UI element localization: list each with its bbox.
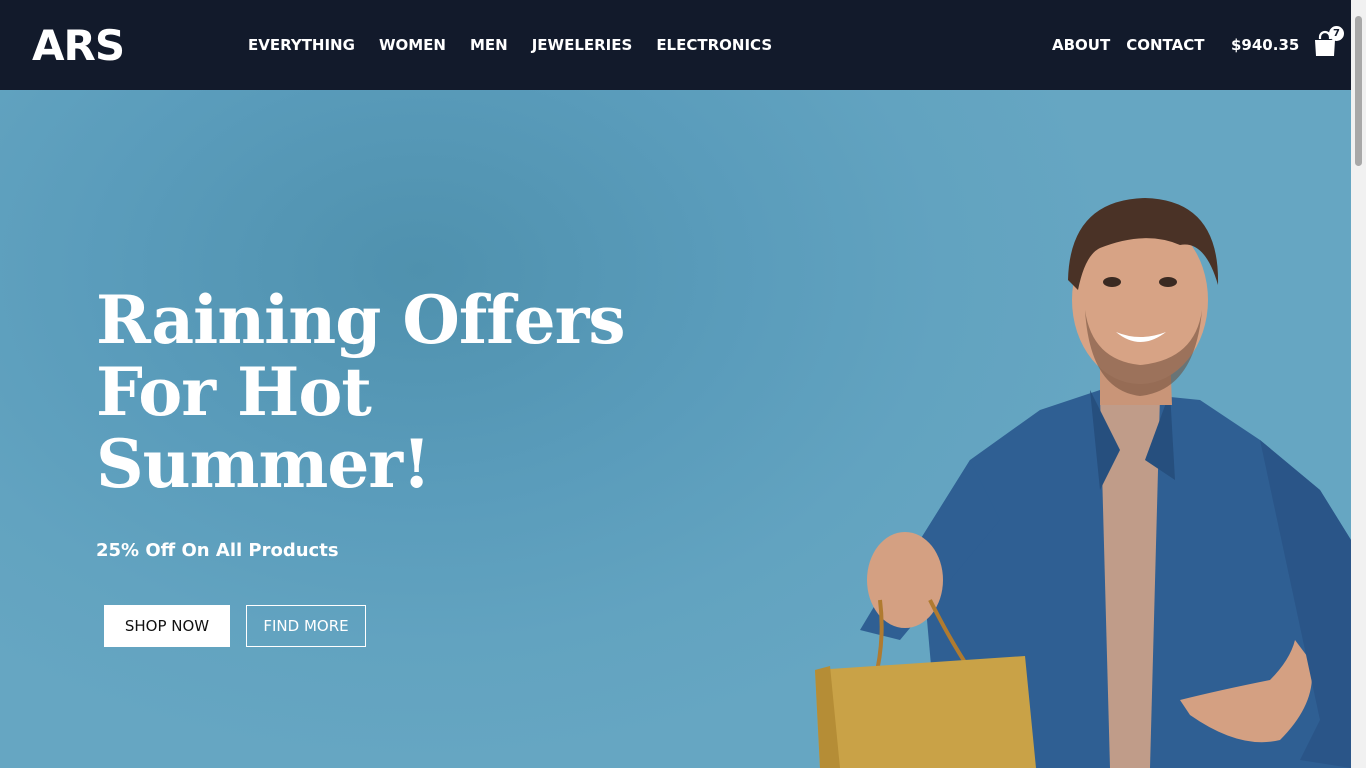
main-nav: EVERYTHING WOMEN MEN JEWELERIES ELECTRON…	[248, 0, 772, 90]
nav-link-everything[interactable]: EVERYTHING	[248, 36, 355, 54]
shop-now-button[interactable]: SHOP NOW	[104, 605, 230, 647]
hero-title-line: Raining Offers	[96, 281, 626, 359]
secondary-nav: ABOUT CONTACT	[1052, 0, 1204, 90]
nav-link-electronics[interactable]: ELECTRONICS	[656, 36, 772, 54]
cart-count-badge: 7	[1329, 26, 1344, 41]
cart-total: $940.35	[1231, 36, 1300, 54]
page-scrollbar[interactable]	[1351, 0, 1366, 768]
cart-button[interactable]: 7	[1312, 26, 1344, 60]
hero-model-image	[815, 198, 1351, 768]
hero-banner: Raining Offers For Hot Summer! 25% Off O…	[0, 90, 1351, 768]
hero-subtitle: 25% Off On All Products	[96, 540, 339, 561]
scrollbar-thumb[interactable]	[1355, 16, 1362, 166]
site-logo[interactable]: ARS	[32, 18, 125, 74]
nav-link-men[interactable]: MEN	[470, 36, 508, 54]
nav-link-jeweleries[interactable]: JEWELERIES	[532, 36, 633, 54]
hero-title-line: Summer!	[96, 425, 431, 503]
site-header: ARS EVERYTHING WOMEN MEN JEWELERIES ELEC…	[0, 0, 1351, 90]
hero-title: Raining Offers For Hot Summer!	[96, 284, 696, 500]
nav-link-contact[interactable]: CONTACT	[1126, 36, 1204, 54]
nav-link-women[interactable]: WOMEN	[379, 36, 446, 54]
find-more-button[interactable]: FIND MORE	[246, 605, 366, 647]
nav-link-about[interactable]: ABOUT	[1052, 36, 1110, 54]
hero-title-line: For Hot	[96, 353, 372, 431]
